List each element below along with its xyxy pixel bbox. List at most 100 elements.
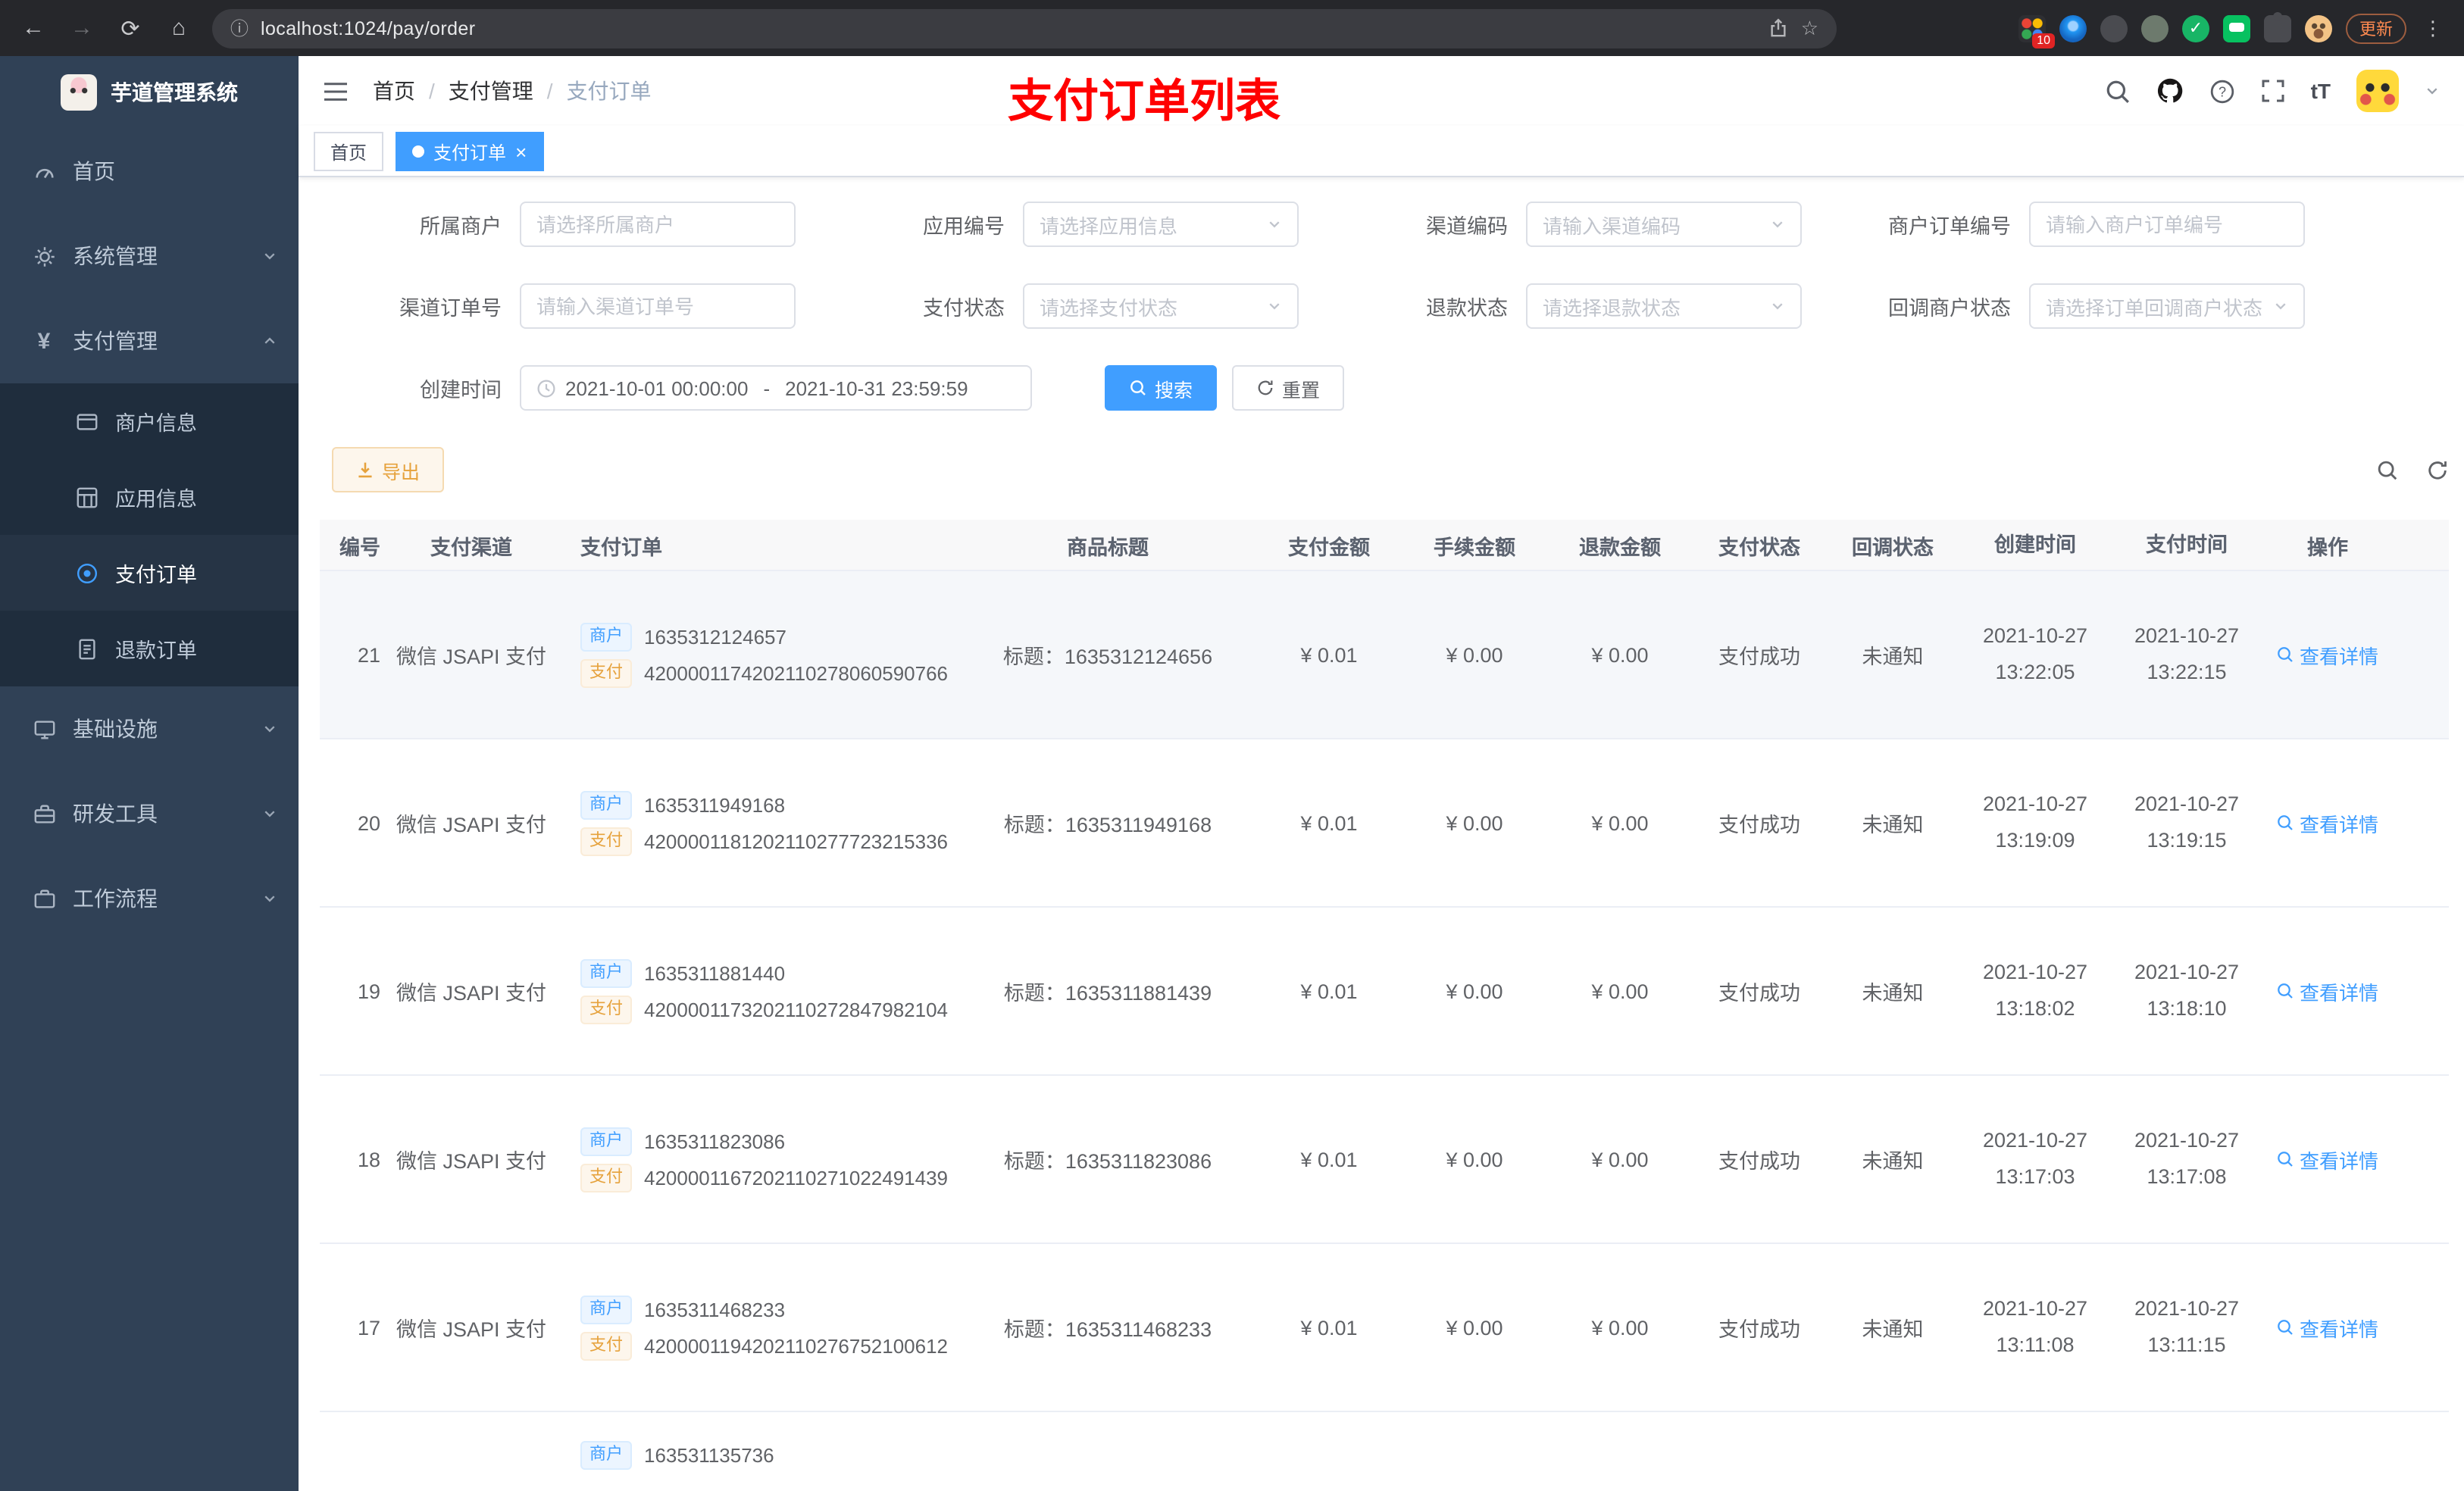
logo-avatar bbox=[61, 74, 97, 111]
cell-paid: 2021-10-27 13:17:08 bbox=[2134, 1129, 2240, 1188]
channel-order-input[interactable] bbox=[520, 283, 796, 329]
filter-owner: 所属商户 bbox=[353, 202, 796, 247]
extension-grid-icon[interactable]: 10 bbox=[2018, 14, 2055, 48]
sidebar-item-label: 首页 bbox=[73, 159, 115, 183]
notify-status-select[interactable]: 请选择订单回调商户状态 bbox=[2029, 283, 2305, 329]
sidebar-item-merchant-info[interactable]: 商户信息 bbox=[0, 383, 299, 459]
sidebar-item-refund-order[interactable]: 退款订单 bbox=[0, 611, 299, 686]
fullscreen-icon[interactable] bbox=[2261, 79, 2285, 103]
chevron-down-icon bbox=[262, 806, 277, 821]
merchant-order-input[interactable] bbox=[2029, 202, 2305, 247]
owner-input[interactable] bbox=[520, 202, 796, 247]
sidebar: 芋道管理系统 首页 系统管理 ¥ 支付管理 商户信息 应用信息 支付订单 退款订… bbox=[0, 56, 299, 1491]
cell-channel: 微信 JSAPI 支付 bbox=[396, 1318, 546, 1341]
view-detail-link[interactable]: 查看详情 bbox=[2277, 977, 2378, 1005]
breadcrumb-payment[interactable]: 支付管理 bbox=[449, 76, 553, 106]
cell-notify: 未通知 bbox=[1862, 645, 1924, 668]
table-search-toggle-icon[interactable] bbox=[2376, 458, 2399, 481]
chat-extension-icon[interactable] bbox=[2223, 14, 2250, 42]
search-button[interactable]: 搜索 bbox=[1105, 365, 1218, 411]
refund-status-select[interactable]: 请选择退款状态 bbox=[1526, 283, 1802, 329]
water-drop-extension-icon[interactable] bbox=[2059, 14, 2087, 42]
cell-paid: 2021-10-27 13:11:15 bbox=[2134, 1297, 2240, 1356]
pay-order-no: 4200001173202110272847982104 bbox=[644, 998, 949, 1021]
date-start[interactable]: 2021-10-01 00:00:00 bbox=[565, 377, 748, 399]
extension-icon-2[interactable] bbox=[2141, 14, 2169, 42]
url-bar[interactable]: ⓘ localhost:1024/pay/order ☆ bbox=[212, 8, 1837, 48]
user-avatar[interactable] bbox=[2356, 70, 2399, 112]
view-detail-link[interactable]: 查看详情 bbox=[2277, 1145, 2378, 1174]
search-icon[interactable] bbox=[2105, 78, 2131, 104]
sidebar-item-infrastructure[interactable]: 基础设施 bbox=[0, 686, 299, 771]
cell-paid: 2021-10-27 13:22:15 bbox=[2134, 624, 2240, 683]
pay-order-no: 4200001174202110278060590766 bbox=[644, 661, 949, 684]
date-range-input[interactable]: 2021-10-01 00:00:00 - 2021-10-31 23:59:5… bbox=[520, 365, 1032, 411]
cell-fee: ¥ 0.00 bbox=[1446, 1148, 1503, 1171]
field-label: 回调商户状态 bbox=[1888, 297, 2011, 320]
sidebar-toggle-icon[interactable] bbox=[323, 80, 349, 102]
pay-tag: 支付 bbox=[580, 1331, 632, 1360]
view-detail-link[interactable]: 查看详情 bbox=[2277, 640, 2378, 669]
sidebar-item-label: 研发工具 bbox=[73, 802, 158, 826]
view-detail-link[interactable]: 查看详情 bbox=[2277, 808, 2378, 837]
pay-status-select[interactable]: 请选择支付状态 bbox=[1023, 283, 1299, 329]
date-end[interactable]: 2021-10-31 23:59:59 bbox=[785, 377, 968, 399]
filter-channel-order: 渠道订单号 bbox=[353, 283, 796, 329]
cell-order: 商户 1635311881440 支付 4200001173202110272847… bbox=[556, 951, 959, 1031]
sidebar-item-system[interactable]: 系统管理 bbox=[0, 214, 299, 299]
sidebar-item-payment[interactable]: ¥ 支付管理 bbox=[0, 299, 299, 383]
check-circle-extension-icon[interactable]: ✓ bbox=[2182, 14, 2209, 42]
github-icon[interactable] bbox=[2156, 77, 2184, 105]
app-logo[interactable]: 芋道管理系统 bbox=[0, 56, 299, 129]
cell-refund: ¥ 0.00 bbox=[1591, 980, 1649, 1002]
browser-update-button[interactable]: 更新 bbox=[2346, 13, 2406, 43]
merchant-tag: 商户 bbox=[580, 1295, 632, 1324]
sidebar-item-workflow[interactable]: 工作流程 bbox=[0, 856, 299, 941]
cell-notify: 未通知 bbox=[1862, 814, 1924, 836]
browser-reload-icon[interactable]: ⟳ bbox=[115, 14, 145, 42]
url-text[interactable]: localhost:1024/pay/order bbox=[261, 17, 1757, 39]
profile-emoji-icon[interactable] bbox=[2305, 14, 2332, 42]
sidebar-item-dev-tools[interactable]: 研发工具 bbox=[0, 771, 299, 856]
help-icon[interactable]: ? bbox=[2209, 78, 2235, 104]
table-toolbar: 导出 bbox=[320, 447, 2449, 492]
pay-tag: 支付 bbox=[580, 658, 632, 687]
sidebar-item-pay-order[interactable]: 支付订单 bbox=[0, 535, 299, 611]
avatar-caret-icon[interactable] bbox=[2425, 83, 2440, 98]
browser-menu-icon[interactable]: ⋮ bbox=[2420, 16, 2446, 40]
app-select[interactable]: 请选择应用信息 bbox=[1023, 202, 1299, 247]
sidebar-item-label: 退款订单 bbox=[115, 639, 197, 662]
file-icon bbox=[73, 637, 100, 660]
tab-pay-order[interactable]: 支付订单 × bbox=[396, 132, 544, 171]
sidebar-item-home[interactable]: 首页 bbox=[0, 129, 299, 214]
channel-code-select[interactable]: 请输入渠道编码 bbox=[1526, 202, 1802, 247]
breadcrumb: 首页 支付管理 支付订单 bbox=[373, 76, 652, 106]
fontsize-icon[interactable]: tT bbox=[2311, 79, 2331, 103]
tab-home[interactable]: 首页 bbox=[314, 132, 384, 171]
merchant-order-no: 1635311468233 bbox=[644, 1298, 786, 1321]
browser-home-icon[interactable]: ⌂ bbox=[164, 15, 194, 41]
browser-back-icon[interactable]: ← bbox=[18, 15, 48, 41]
breadcrumb-home[interactable]: 首页 bbox=[373, 76, 435, 106]
tab-close-icon[interactable]: × bbox=[515, 142, 527, 161]
field-label: 所属商户 bbox=[420, 215, 502, 238]
bookmark-star-icon[interactable]: ☆ bbox=[1801, 16, 1818, 40]
cell-action: 查看详情 bbox=[2262, 977, 2393, 1005]
merchant-tag: 商户 bbox=[580, 790, 632, 819]
cell-refund: ¥ 0.00 bbox=[1591, 1148, 1649, 1171]
view-detail-link[interactable]: 查看详情 bbox=[2277, 1313, 2378, 1342]
table-refresh-icon[interactable] bbox=[2426, 458, 2449, 481]
pay-order-no: 4200001167202110271022491439 bbox=[644, 1166, 949, 1189]
cell-action: 查看详情 bbox=[2262, 1313, 2393, 1342]
site-info-icon[interactable]: ⓘ bbox=[230, 15, 249, 41]
export-button[interactable]: 导出 bbox=[332, 447, 445, 492]
extension-icon-1[interactable] bbox=[2100, 14, 2128, 42]
browser-forward-icon[interactable]: → bbox=[67, 15, 97, 41]
card-icon bbox=[73, 410, 100, 433]
cell-id: 19 bbox=[357, 980, 380, 1002]
cell-status: 支付成功 bbox=[1718, 645, 1800, 668]
sidebar-item-app-info[interactable]: 应用信息 bbox=[0, 459, 299, 535]
extensions-puzzle-icon[interactable] bbox=[2264, 11, 2291, 42]
reset-button[interactable]: 重置 bbox=[1232, 365, 1345, 411]
share-icon[interactable] bbox=[1769, 18, 1789, 38]
